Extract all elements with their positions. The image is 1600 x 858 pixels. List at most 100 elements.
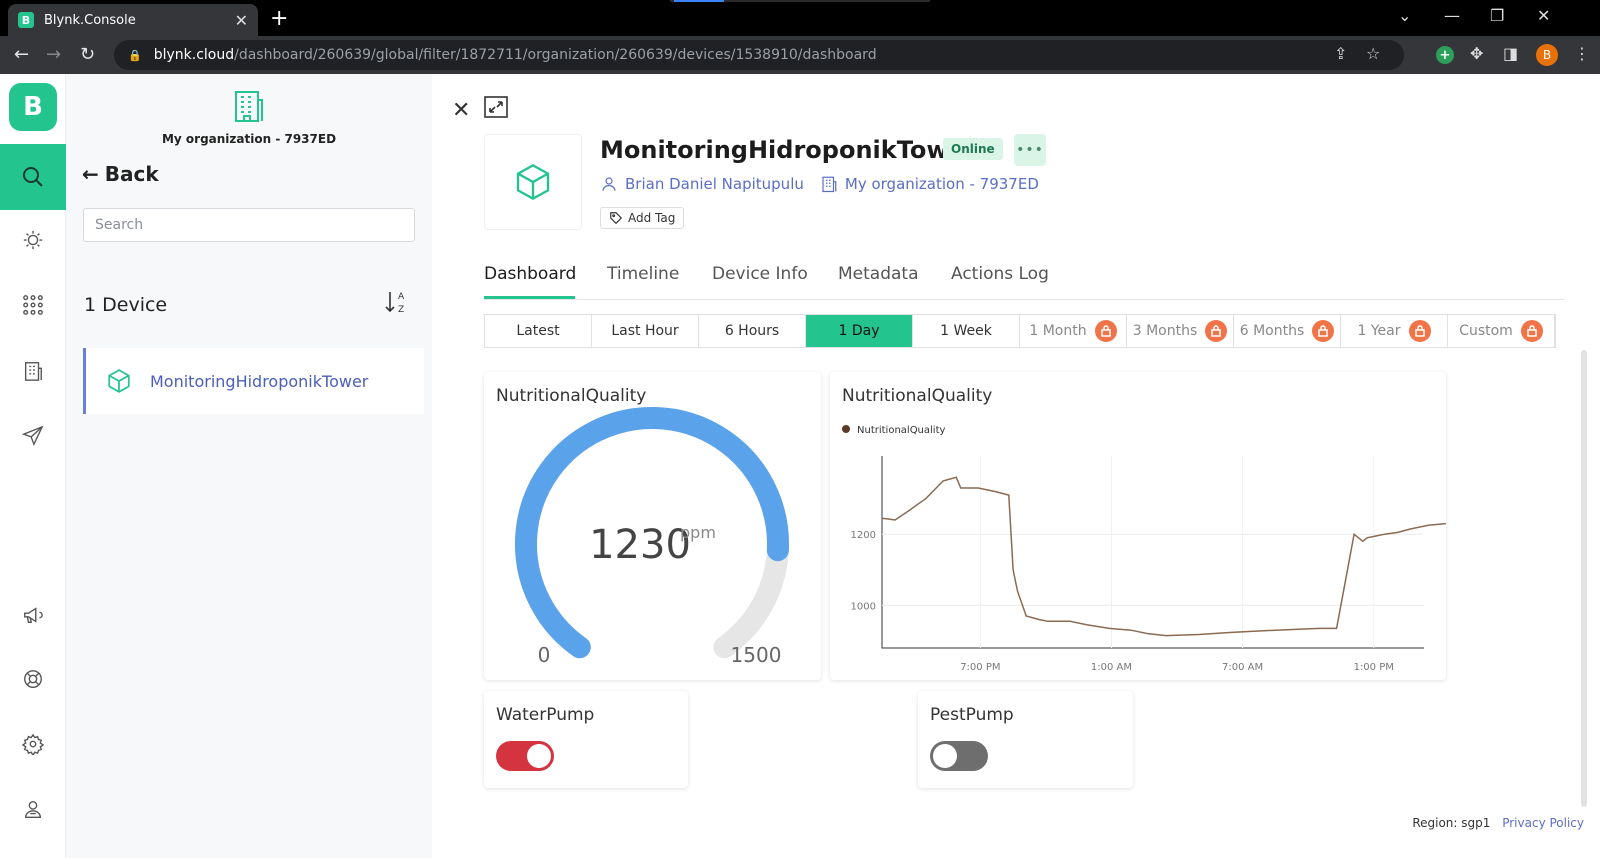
more-options-button[interactable]: ••• [1014,134,1046,166]
rail-organizations-button[interactable] [0,351,66,391]
range-label: 1 Year [1357,323,1401,339]
x-tick-label: 7:00 AM [1222,662,1263,673]
legend-marker [842,425,850,433]
back-arrow-icon[interactable]: ← [14,44,29,65]
close-icon[interactable]: ✕ [452,98,470,123]
rail-announcements-button[interactable] [0,595,66,635]
sun-device-icon [23,230,43,250]
footer: Region: sgp1 Privacy Policy [1412,816,1584,830]
chart-axes [881,456,1424,649]
paper-plane-icon [22,425,44,447]
device-owner-link[interactable]: Brian Daniel Napitupulu [625,175,804,193]
chart-widget: NutritionalQuality NutritionalQuality 10… [830,372,1446,680]
search-icon [23,167,43,187]
rail-profile-button[interactable] [0,789,66,829]
browser-tab[interactable]: B Blynk.Console ✕ [8,4,258,36]
add-tag-button[interactable]: Add Tag [600,207,685,229]
expand-icon[interactable] [484,96,508,118]
blynk-logo[interactable]: B [9,83,57,131]
y-tick-label: 1200 [851,530,876,541]
lock-icon [1205,320,1228,342]
vertical-scrollbar[interactable] [1581,350,1587,807]
gauge-unit: ppm [680,523,716,542]
range-3-months-button[interactable]: 3 Months [1127,315,1234,347]
tab-strip-indicator [670,0,930,2]
range-label: 6 Hours [724,323,780,339]
range-label: 1 Week [940,323,992,339]
range-1-year-button[interactable]: 1 Year [1341,315,1448,347]
privacy-policy-link[interactable]: Privacy Policy [1502,816,1584,830]
range-1-week-button[interactable]: 1 Week [913,315,1020,347]
tab-title: Blynk.Console [44,12,136,28]
range-6-hours-button[interactable]: 6 Hours [699,315,806,347]
rail-help-button[interactable] [0,659,66,699]
device-list-item[interactable]: MonitoringHidroponikTower [83,348,424,414]
svg-text:A: A [398,292,405,302]
tab-timeline[interactable]: Timeline [607,264,679,284]
gear-icon [22,733,44,755]
waterpump-title: WaterPump [496,705,595,725]
forward-arrow-icon[interactable]: → [46,44,61,65]
device-tabs: Dashboard Timeline Device Info Metadata … [484,262,1564,300]
close-window-icon[interactable]: ✕ [1537,6,1550,25]
url-path: /dashboard/260639/global/filter/1872711/… [234,47,877,63]
side-panel-icon[interactable]: ◨ [1503,44,1518,63]
building-icon [822,176,837,193]
rail-settings-button[interactable] [0,724,66,764]
waterpump-toggle[interactable] [496,741,554,771]
pestpump-toggle[interactable] [930,741,988,771]
tab-dashboard[interactable]: Dashboard [484,264,576,284]
tab-device-info[interactable]: Device Info [712,264,808,284]
rail-messages-button[interactable] [0,416,66,456]
share-icon[interactable]: ⇪ [1334,44,1347,63]
back-button[interactable]: ← Back [82,162,159,186]
region-label: Region: sgp1 [1412,816,1491,830]
search-input[interactable] [83,208,415,242]
rail-templates-button[interactable] [0,285,66,325]
lock-icon [1408,320,1431,342]
rail-search-button[interactable] [0,144,66,210]
series-line-nutritionalquality [881,476,1446,637]
restore-icon[interactable]: ❐ [1490,6,1504,25]
tab-actions-log[interactable]: Actions Log [951,264,1049,284]
x-tick-label: 1:00 AM [1091,662,1132,673]
rail-devices-button[interactable] [0,220,66,260]
browser-tab-bar: B Blynk.Console ✕ + ⌄ — ❐ ✕ [0,0,1600,36]
reload-icon[interactable]: ↻ [80,44,95,65]
x-tick-label: 7:00 PM [960,662,1000,673]
user-icon [602,177,616,191]
waterpump-widget: WaterPump [484,691,688,788]
device-list-panel: My organization - 7937ED ← Back 1 Device… [66,74,432,858]
user-badge-icon [24,800,42,818]
device-meta: Brian Daniel Napitupulu My organization … [600,175,1039,193]
range-label: 1 Month [1029,323,1087,339]
range-label: 3 Months [1132,323,1198,339]
extension-plus-icon[interactable]: + [1436,46,1454,64]
extensions-puzzle-icon[interactable]: ✥ [1470,44,1483,63]
device-dashboard: ✕ MonitoringHidroponikTower Online ••• B… [432,74,1600,858]
sort-az-icon[interactable]: AZ [384,288,410,316]
browser-menu-icon[interactable]: ⋮ [1574,44,1590,63]
range-1-day-button[interactable]: 1 Day [806,315,913,347]
bookmark-star-icon[interactable]: ☆ [1366,44,1380,63]
minimize-icon[interactable]: — [1444,6,1460,25]
profile-avatar[interactable]: B [1536,44,1558,66]
url-input[interactable]: 🔒 blynk.cloud /dashboard/260639/global/f… [114,40,1404,70]
range-latest-button[interactable]: Latest [485,315,592,347]
range-1-month-button[interactable]: 1 Month [1020,315,1127,347]
tab-metadata[interactable]: Metadata [838,264,919,284]
lock-icon [1094,320,1117,342]
range-last-hour-button[interactable]: Last Hour [592,315,699,347]
range-label: Last Hour [611,323,679,339]
new-tab-icon[interactable]: + [270,6,288,31]
range-custom-button[interactable]: Custom [1448,315,1555,347]
gauge-dial: 1230 ppm 0 1500 [515,407,789,667]
pestpump-title: PestPump [930,705,1014,725]
close-tab-icon[interactable]: ✕ [235,11,248,30]
range-6-months-button[interactable]: 6 Months [1234,315,1341,347]
device-organization-link[interactable]: My organization - 7937ED [845,175,1039,193]
active-tab-indicator [484,296,575,299]
url-host: blynk.cloud [153,47,235,63]
tab-search-icon[interactable]: ⌄ [1398,6,1411,25]
y-tick-label: 1000 [851,601,876,612]
